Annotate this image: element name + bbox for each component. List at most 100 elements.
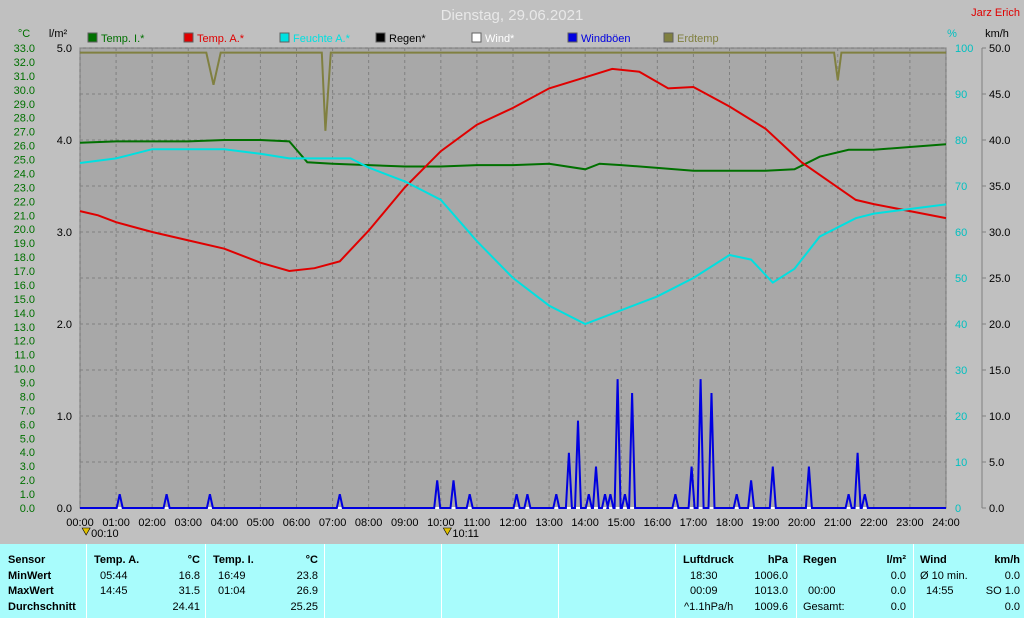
time-tick-label: 05:00 — [247, 517, 275, 529]
time-tick-label: 21:00 — [824, 517, 852, 529]
temp-i-header: Temp. I. — [213, 554, 254, 566]
wind-tick-label: 50.0 — [989, 43, 1010, 55]
wind-tick-label: 35.0 — [989, 181, 1010, 193]
wind-tick-label: 45.0 — [989, 89, 1010, 101]
time-tick-label: 09:00 — [391, 517, 419, 529]
legend-label: Windböen — [581, 33, 631, 45]
humidity-tick-label: 60 — [955, 227, 967, 239]
divider — [675, 544, 676, 618]
marker-label: 10:11 — [452, 528, 479, 540]
temp-tick-label: 21.0 — [14, 210, 35, 222]
rain-row3: Gesamt: — [803, 601, 845, 613]
temp-a-unit: °C — [187, 554, 200, 566]
temp-tick-label: 26.0 — [14, 141, 35, 153]
legend-label: Regen* — [389, 33, 426, 45]
rain-tick-label: 4.0 — [57, 135, 72, 147]
temp-i-min: 23.8 — [296, 570, 318, 582]
wind-tick-label: 40.0 — [989, 135, 1010, 147]
temp-tick-label: 9.0 — [20, 378, 35, 390]
temp-tick-label: 20.0 — [14, 224, 35, 236]
wind-tick-label: 10.0 — [989, 411, 1010, 423]
divider — [86, 544, 87, 618]
temp-tick-label: 33.0 — [14, 43, 35, 55]
wind-tick-label: 20.0 — [989, 319, 1010, 331]
divider — [441, 544, 442, 618]
rain-header: Regen — [803, 554, 837, 566]
rain-tick-label: 5.0 — [57, 43, 72, 55]
row-label-max: MaxWert — [8, 585, 54, 597]
temp-tick-label: 27.0 — [14, 127, 35, 139]
temp-tick-label: 31.0 — [14, 71, 35, 83]
weather-chart: Dienstag, 29.06.2021 Jarz Erich Temp. I.… — [0, 0, 1024, 544]
temp-tick-label: 32.0 — [14, 57, 35, 69]
legend-swatch — [471, 32, 482, 43]
time-tick-label: 22:00 — [860, 517, 888, 529]
time-tick-label: 20:00 — [788, 517, 816, 529]
time-tick-label: 13:00 — [535, 517, 563, 529]
pressure-min: 1006.0 — [754, 570, 788, 582]
temp-i-unit: °C — [305, 554, 318, 566]
wind-tick-label: 30.0 — [989, 227, 1010, 239]
time-tick-label: 10:00 — [427, 517, 455, 529]
time-tick-label: 24:00 — [932, 517, 960, 529]
temp-tick-label: 17.0 — [14, 266, 35, 278]
legend-label: Erdtemp — [677, 33, 719, 45]
rain-row2: 00:00 — [808, 585, 836, 597]
time-tick-label: 15:00 — [607, 517, 635, 529]
pressure-header: Luftdruck — [683, 554, 734, 566]
wind-tick-label: 25.0 — [989, 273, 1010, 285]
wind-tick-label: 15.0 — [989, 365, 1010, 377]
time-tick-label: 12:00 — [499, 517, 527, 529]
rain-tick-label: 2.0 — [57, 319, 72, 331]
time-tick-label: 23:00 — [896, 517, 924, 529]
temp-tick-label: 10.0 — [14, 364, 35, 376]
temp-tick-label: 4.0 — [20, 447, 35, 459]
rain-unit-label: l/m² — [49, 28, 68, 40]
temp-a-max-time: 14:45 — [100, 585, 128, 597]
time-tick-label: 19:00 — [752, 517, 780, 529]
temp-tick-label: 12.0 — [14, 336, 35, 348]
wind-row2: 14:55 — [926, 585, 954, 597]
temp-i-avg: 25.25 — [290, 601, 318, 613]
time-tick-label: 00:00 — [66, 517, 94, 529]
time-tick-label: 07:00 — [319, 517, 347, 529]
temp-a-max: 31.5 — [178, 585, 200, 597]
rain-tick-label: 0.0 — [57, 503, 72, 515]
divider — [558, 544, 559, 618]
divider — [796, 544, 797, 618]
temp-a-header: Temp. A. — [94, 554, 140, 566]
time-axis: 00:00 01:00 02:00 03:00 04:00 05:00 06:00 07:00… — [66, 517, 960, 529]
stats-table: Sensor MinWert MaxWert Durchschnitt Temp… — [0, 544, 1024, 618]
temp-tick-label: 8.0 — [20, 391, 35, 403]
temp-tick-label: 25.0 — [14, 155, 35, 167]
pressure-unit: hPa — [767, 554, 788, 566]
row-label-min: MinWert — [8, 570, 52, 582]
wind-unit: km/h — [994, 554, 1020, 566]
legend-swatch — [87, 32, 98, 43]
temp-tick-label: 11.0 — [14, 350, 35, 362]
humidity-tick-label: 70 — [955, 181, 967, 193]
station-name: Jarz Erich — [971, 7, 1020, 19]
marker-label: 00:10 — [91, 528, 119, 540]
temp-i-max: 26.9 — [296, 585, 318, 597]
temp-tick-label: 19.0 — [14, 238, 35, 250]
legend-label: Temp. I.* — [101, 33, 145, 45]
temp-tick-label: 22.0 — [14, 196, 35, 208]
divider — [913, 544, 914, 618]
rain-tick-label: 3.0 — [57, 227, 72, 239]
time-tick-label: 14:00 — [571, 517, 599, 529]
temp-tick-label: 3.0 — [20, 461, 35, 473]
wind-val3: 0.0 — [1004, 601, 1020, 613]
legend-swatch — [567, 32, 578, 43]
temp-tick-label: 14.0 — [14, 308, 35, 320]
temp-tick-label: 23.0 — [14, 182, 35, 194]
legend-swatch — [279, 32, 290, 43]
wind-tick-label: 5.0 — [989, 457, 1004, 469]
wind-tick-label: 0.0 — [989, 503, 1004, 515]
temp-a-min: 16.8 — [178, 570, 200, 582]
time-tick-label: 06:00 — [283, 517, 311, 529]
wind-val1: 0.0 — [1004, 570, 1020, 582]
wind-unit-label: km/h — [985, 28, 1009, 40]
legend-label: Wind* — [485, 33, 515, 45]
legend-label: Temp. A.* — [197, 33, 245, 45]
